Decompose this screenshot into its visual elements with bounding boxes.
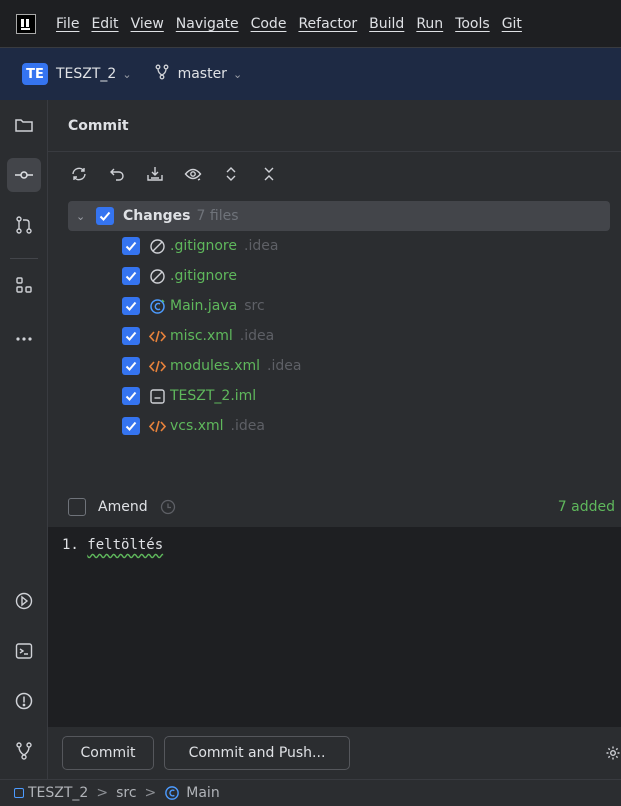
file-dir: src [244, 298, 265, 314]
file-checkbox[interactable] [122, 387, 140, 405]
file-name: Main.java [170, 298, 238, 314]
structure-icon[interactable] [7, 268, 41, 302]
menu-refactor[interactable]: Refactor [298, 16, 357, 32]
breadcrumb-project[interactable]: TESZT_2 [28, 785, 88, 801]
menu-run[interactable]: Run [416, 16, 443, 32]
gear-icon[interactable] [605, 745, 621, 761]
amend-checkbox[interactable] [68, 498, 86, 516]
xml-icon [148, 357, 166, 375]
java-class-icon [148, 297, 166, 315]
file-dir: .idea [239, 328, 275, 344]
commit-and-push-button[interactable]: Commit and Push... [164, 736, 350, 770]
file-name: .gitignore [170, 268, 237, 284]
file-checkbox[interactable] [122, 267, 140, 285]
menu-build[interactable]: Build [369, 16, 404, 32]
file-name: TESZT_2.iml [170, 388, 257, 404]
chevron-down-icon[interactable]: ⌄ [233, 68, 242, 81]
file-row[interactable]: modules.xml .idea [122, 353, 301, 379]
commit-icon[interactable] [7, 158, 41, 192]
file-dir: .idea [267, 358, 302, 374]
project-name[interactable]: TESZT_2 [56, 66, 116, 82]
menu-view[interactable]: View [131, 16, 164, 32]
module-icon [14, 788, 24, 798]
project-bar: TE TESZT_2 ⌄ master ⌄ [0, 48, 621, 100]
project-folder-icon[interactable] [7, 108, 41, 142]
changes-group-row[interactable]: ⌄ Changes 7 files [68, 201, 610, 231]
changes-checkbox[interactable] [96, 207, 114, 225]
xml-icon [148, 327, 166, 345]
menu-tools[interactable]: Tools [455, 16, 490, 32]
file-checkbox[interactable] [122, 297, 140, 315]
preview-eye-icon[interactable] [184, 165, 202, 183]
file-row[interactable]: misc.xml .idea [122, 323, 274, 349]
menu-edit[interactable]: Edit [91, 16, 118, 32]
file-row[interactable]: Main.java src [122, 293, 265, 319]
branch-name[interactable]: master [178, 66, 227, 82]
menu-navigate[interactable]: Navigate [176, 16, 239, 32]
tool-window-strip [0, 100, 48, 780]
file-checkbox[interactable] [122, 327, 140, 345]
project-badge[interactable]: TE [22, 63, 48, 85]
file-name: modules.xml [170, 358, 261, 374]
commit-button[interactable]: Commit [62, 736, 154, 770]
file-checkbox[interactable] [122, 357, 140, 375]
changes-count: 7 files [196, 208, 239, 224]
file-checkbox[interactable] [122, 237, 140, 255]
chevron-down-icon[interactable]: ⌄ [76, 210, 92, 223]
panel-title: Commit [68, 117, 129, 134]
more-icon[interactable] [7, 322, 41, 356]
pull-request-icon[interactable] [7, 208, 41, 242]
problems-icon[interactable] [7, 684, 41, 718]
commit-button-row: Commit Commit and Push... [48, 727, 621, 779]
breadcrumb-separator: > [144, 785, 157, 801]
file-dir: .idea [230, 418, 265, 434]
shelve-icon[interactable] [146, 165, 164, 183]
commit-message-text[interactable]: 1. feltöltés [62, 537, 163, 553]
git-icon[interactable] [7, 734, 41, 768]
file-dir: .idea [244, 238, 279, 254]
ignore-icon [148, 267, 166, 285]
file-row[interactable]: TESZT_2.iml [122, 383, 263, 409]
rollback-icon[interactable] [108, 165, 126, 183]
file-checkbox[interactable] [122, 417, 140, 435]
breadcrumb-main[interactable]: Main [186, 785, 219, 801]
file-name: misc.xml [170, 328, 233, 344]
file-name: vcs.xml [170, 418, 224, 434]
breadcrumb: TESZT_2 > src > Main [0, 779, 621, 806]
module-file-icon [148, 387, 166, 405]
ignore-icon [148, 237, 166, 255]
amend-label[interactable]: Amend [98, 499, 148, 515]
added-count: 7 added [557, 499, 615, 515]
expand-all-icon[interactable] [222, 165, 240, 183]
java-class-icon [164, 785, 180, 801]
commit-toolbar [48, 156, 621, 192]
collapse-all-icon[interactable] [260, 165, 278, 183]
services-icon[interactable] [7, 584, 41, 618]
file-name: .gitignore [170, 238, 237, 254]
refresh-icon[interactable] [70, 165, 88, 183]
breadcrumb-separator: > [96, 785, 109, 801]
commit-message-editor[interactable]: 1. feltöltés [48, 527, 621, 727]
commit-message-prefix: 1. [62, 537, 88, 553]
menu-bar: File Edit View Navigate Code Refactor Bu… [0, 0, 621, 48]
chevron-down-icon[interactable]: ⌄ [122, 68, 131, 81]
file-row[interactable]: .gitignore [122, 263, 244, 289]
app-logo-icon[interactable] [16, 13, 36, 34]
clock-icon[interactable] [160, 499, 176, 515]
amend-row: Amend 7 added [48, 490, 621, 524]
file-row[interactable]: vcs.xml .idea [122, 413, 265, 439]
file-row[interactable]: .gitignore .idea [122, 233, 278, 259]
menu-git[interactable]: Git [502, 16, 522, 32]
commit-panel-header: Commit [48, 100, 621, 152]
breadcrumb-src[interactable]: src [116, 785, 136, 801]
commit-message-word: feltöltés [87, 537, 164, 553]
xml-icon [148, 417, 166, 435]
branch-icon [154, 64, 170, 84]
menu-file[interactable]: File [56, 16, 79, 32]
changes-label: Changes [123, 208, 191, 224]
terminal-icon[interactable] [7, 634, 41, 668]
menu-code[interactable]: Code [251, 16, 287, 32]
